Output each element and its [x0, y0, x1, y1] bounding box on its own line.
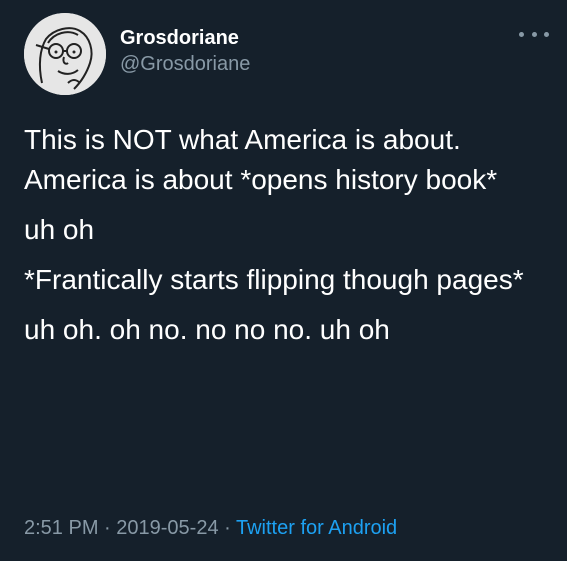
more-dot — [544, 31, 549, 37]
avatar-face-icon — [24, 13, 106, 95]
tweet-date[interactable]: 2019-05-24 — [116, 517, 218, 539]
more-dot — [519, 31, 524, 37]
tweet-paragraph: *Frantically starts flipping though page… — [24, 264, 524, 295]
meta-separator: · — [98, 517, 117, 539]
tweet-text: This is NOT what America is about. Ameri… — [24, 120, 544, 350]
tweet-time[interactable]: 2:51 PM — [24, 517, 98, 539]
tweet-paragraph: uh oh. oh no. no no no. uh oh — [24, 314, 390, 345]
tweet-header: Grosdoriane @Grosdoriane — [24, 12, 549, 96]
avatar[interactable] — [24, 13, 106, 95]
tweet-paragraph: uh oh — [24, 214, 95, 245]
tweet-meta: 2:51 PM · 2019-05-24 · Twitter for Andro… — [24, 514, 397, 542]
user-names: Grosdoriane @Grosdoriane — [120, 25, 250, 77]
tweet-card: Grosdoriane @Grosdoriane This is NOT wha… — [0, 0, 567, 561]
meta-separator: · — [218, 517, 236, 539]
tweet-paragraph: This is NOT what America is about. Ameri… — [24, 124, 498, 195]
more-options-icon[interactable] — [519, 26, 549, 42]
tweet-source-link[interactable]: Twitter for Android — [236, 517, 397, 539]
more-dot — [531, 31, 537, 37]
display-name[interactable]: Grosdoriane — [120, 25, 250, 51]
user-handle[interactable]: @Grosdoriane — [120, 51, 250, 77]
